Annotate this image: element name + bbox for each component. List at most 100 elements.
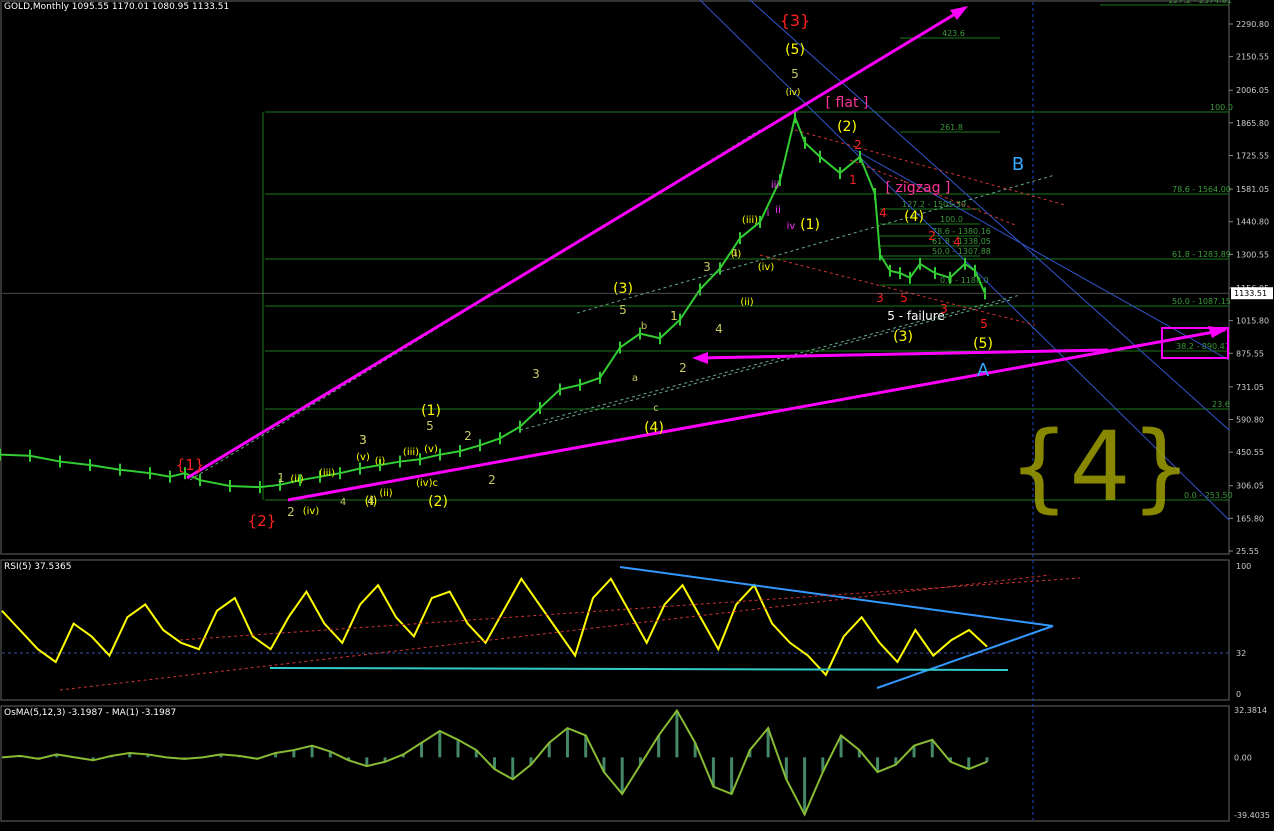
wave-label: 5: [619, 303, 627, 317]
wave-label: (2): [837, 119, 857, 135]
fib-level-label: 50.0 - 1307.88: [932, 247, 991, 256]
fib-level-label: 50.0 - 1087.15: [1172, 297, 1231, 306]
wave-4-overlay-symbol: {4}: [1008, 411, 1191, 523]
wave-label: [ zigzag ]: [886, 180, 951, 196]
price-tick-label: 306.05: [1236, 482, 1264, 491]
wave-label: c: [653, 403, 659, 414]
wave-label: (v): [356, 452, 370, 463]
wave-label: (5): [785, 42, 805, 58]
price-tick-label: 25.55: [1236, 547, 1259, 556]
chart-svg: 127.2 - 2574.81423.6261.8100.078.6 - 156…: [0, 0, 1274, 827]
price-tick-label: 1725.55: [1236, 152, 1269, 161]
price-tick-label: 875.55: [1236, 349, 1264, 358]
wave-label: 1: [670, 309, 678, 323]
wave-label: 5: [426, 419, 434, 433]
fib-level-label: 100.0: [1210, 103, 1233, 112]
price-tick-label: 1300.55: [1236, 250, 1269, 259]
wave-label: 1: [849, 173, 857, 187]
wave-label: {2}: [248, 512, 277, 530]
rsi-tick-label: 100: [1236, 562, 1251, 571]
rsi-tick-label: 0: [1236, 690, 1241, 699]
current-price-label: 1133.51: [1234, 289, 1267, 298]
price-tick-label: 450.55: [1236, 448, 1264, 457]
wave-label: {1}: [176, 456, 205, 474]
fib-level-label: 100.0: [940, 215, 963, 224]
fib-level-label: 423.6: [942, 29, 965, 38]
fib-level-label: 38.2 - 890.41: [1176, 342, 1230, 351]
wave-label: (3): [893, 329, 913, 345]
wave-label: a: [632, 373, 638, 384]
wave-label: 4: [953, 235, 961, 249]
wave-label: (3): [613, 281, 633, 297]
fib-level-label: 61.8 - 1283.89: [1172, 250, 1231, 259]
wave-label: (4): [904, 209, 924, 225]
wave-label: A: [977, 360, 990, 381]
fib-level-label: 61.8 - 1338.05: [932, 237, 991, 246]
price-tick-label: 1581.05: [1236, 185, 1269, 194]
wave-label: (iv): [786, 88, 801, 98]
osma-tick-label: 0.00: [1234, 753, 1252, 762]
wave-label: 2: [488, 473, 496, 487]
fib-level-label: 261.8: [940, 123, 963, 132]
price-tick-label: 2290.80: [1236, 20, 1269, 29]
fib-level-label: 127.2 - 2574.81: [1168, 0, 1232, 5]
wave-label: (ii): [379, 488, 392, 499]
price-tick-label: 1015.80: [1236, 317, 1269, 326]
price-tick-label: 1440.80: [1236, 218, 1269, 227]
fib-level-label: 23.6: [1212, 400, 1230, 409]
wave-label: 3: [703, 260, 711, 274]
wave-label: 5: [980, 317, 988, 331]
wave-label: 2: [854, 138, 862, 152]
wave-label: (4): [644, 420, 664, 436]
fib-level-label: 78.6 - 1564.00: [1172, 185, 1231, 194]
wave-label: (iii): [319, 468, 335, 479]
wave-label: iv: [787, 221, 796, 232]
wave-label: 3: [359, 433, 367, 447]
wave-label: 5: [791, 67, 799, 81]
wave-label: 4: [879, 206, 887, 220]
wave-label: (i): [375, 456, 386, 467]
wave-label: (5): [973, 336, 993, 352]
wave-label: (iii): [742, 215, 758, 226]
osma-tick-label: -39.4035: [1234, 811, 1270, 820]
wave-label: (1): [800, 217, 820, 233]
wave-label: {3}: [780, 11, 811, 30]
wave-label: iii: [771, 180, 779, 191]
price-tick-label: 165.80: [1236, 514, 1264, 523]
wave-label: (ii): [740, 297, 753, 308]
price-tick-label: 1865.80: [1236, 119, 1269, 128]
main-header: GOLD,Monthly 1095.55 1170.01 1080.95 113…: [4, 2, 230, 12]
wave-label: (2): [428, 494, 448, 510]
wave-label: (iii): [403, 447, 419, 458]
price-tick-label: 590.80: [1236, 415, 1264, 424]
wave-label: 1: [277, 471, 285, 485]
wave-label: B: [1012, 154, 1024, 175]
wave-label: 1: [732, 248, 738, 259]
wave-label: ii: [775, 205, 781, 216]
wave-label: (iv): [303, 506, 320, 517]
wave-label: [ flat ]: [826, 95, 869, 111]
wave-label: 2: [679, 361, 687, 375]
price-tick-label: 731.05: [1236, 383, 1264, 392]
wave-label: (1): [421, 403, 441, 419]
wave-label: (iv)c: [416, 478, 438, 489]
wave-label: 4: [340, 497, 346, 508]
price-tick-label: 2150.55: [1236, 53, 1269, 62]
wave-label: 2: [928, 229, 936, 243]
wave-label: (iv): [758, 262, 775, 273]
osma-tick-label: 32.3814: [1234, 706, 1267, 715]
wave-label: 2: [464, 429, 472, 443]
rsi-header: RSI(5) 37.5365: [4, 562, 72, 572]
osma-header: OsMA(5,12,3) -3.1987 - MA(1) -3.1987: [4, 708, 177, 718]
wave-label: 2: [287, 505, 295, 519]
rsi-tick-label: 32: [1236, 649, 1246, 658]
wave-label: 4: [715, 322, 723, 336]
price-tick-label: 2006.05: [1236, 86, 1269, 95]
chart-root: 127.2 - 2574.81 423.6 261.8 100.0 78.6 - 156…: [0, 0, 1274, 827]
fib-level-label: 78.6 - 1380.16: [932, 227, 991, 236]
wave-label: (v): [424, 444, 438, 455]
wave-label: 3: [532, 367, 540, 381]
wave-label: (i): [365, 494, 378, 508]
wave-label: b: [641, 321, 647, 332]
wave-label: (ii): [290, 474, 303, 485]
